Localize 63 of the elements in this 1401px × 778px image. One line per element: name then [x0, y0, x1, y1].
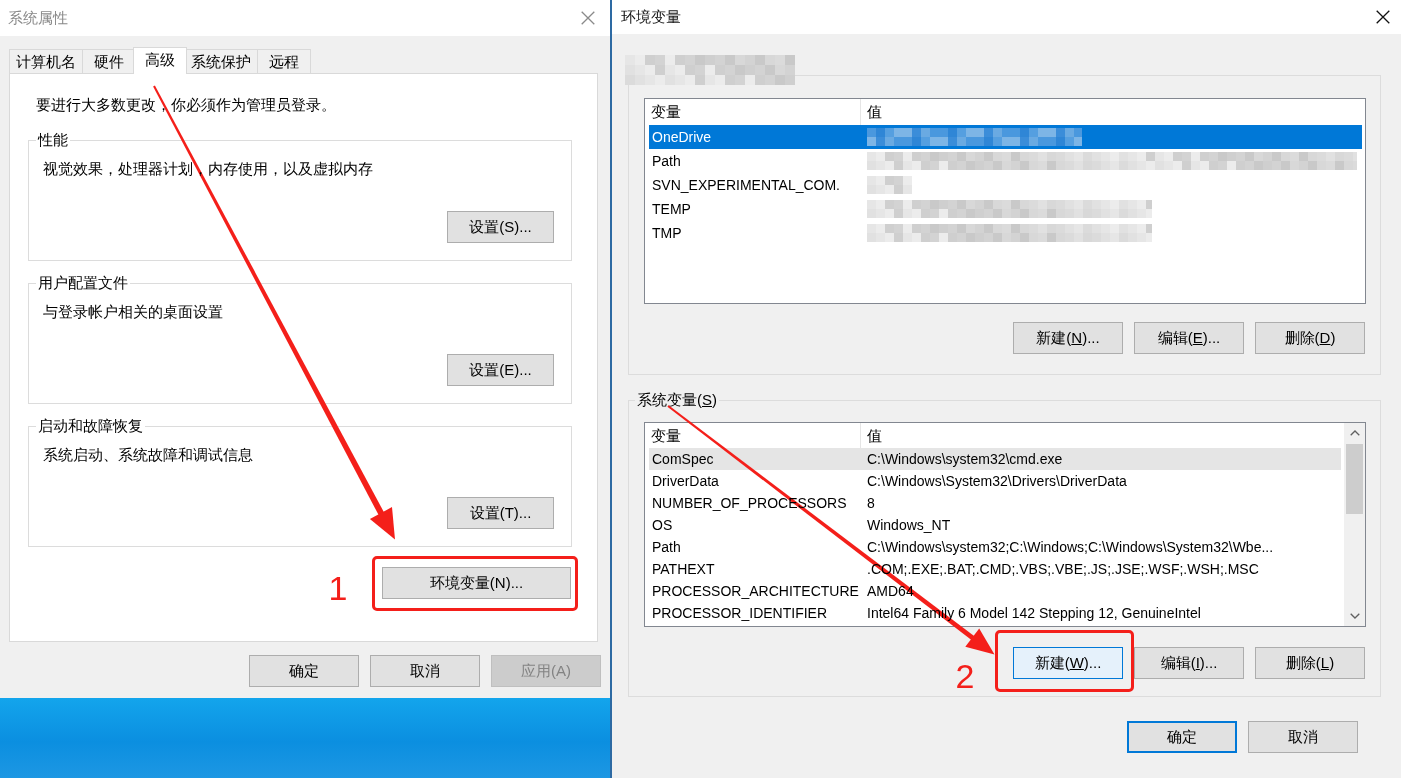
window-title: 系统属性: [8, 8, 68, 28]
close-icon: [1376, 10, 1390, 24]
settings-button[interactable]: 设置(E)...: [447, 354, 554, 386]
column-header[interactable]: 值: [861, 99, 882, 125]
action-button[interactable]: 编辑(E)...: [1134, 322, 1244, 354]
table-cell-text: TEMP: [651, 200, 692, 219]
table-cell-text: PATHEXT: [651, 560, 716, 579]
scrollbar[interactable]: [1344, 423, 1365, 626]
table-row[interactable]: DriverData C:\Windows\System32\Drivers\DriverData: [649, 470, 1341, 492]
settings-button[interactable]: 设置(S)...: [447, 211, 554, 243]
table-cell-text: ComSpec: [651, 450, 715, 469]
tab[interactable]: 远程: [257, 49, 311, 73]
table-row[interactable]: TEMP: [649, 197, 1362, 221]
table-cell-text: TMP: [651, 224, 683, 243]
table-cell-text: C:\Windows\system32;C:\Windows;C:\Windows\System32\Wbe...: [866, 538, 1275, 557]
table-row[interactable]: TMP: [649, 221, 1362, 245]
table-row[interactable]: OneDrive: [649, 125, 1362, 149]
dialog-button[interactable]: 取消: [370, 655, 480, 687]
step-number: 1: [328, 570, 348, 605]
action-button[interactable]: 删除(L): [1255, 647, 1365, 679]
table-cell-text: PROCESSOR_ARCHITECTURE: [651, 582, 860, 601]
group-title: 启动和故障恢复: [36, 417, 145, 435]
table-cell-text: C:\Windows\System32\Drivers\DriverData: [866, 472, 1128, 491]
admin-notice: 要进行大多数更改，你必须作为管理员登录。: [35, 96, 336, 114]
group-description: 与登录帐户相关的桌面设置: [43, 303, 224, 321]
table-cell-text: OneDrive: [651, 128, 713, 147]
dialog-button[interactable]: 取消: [1248, 721, 1358, 753]
group-title: 用户配置文件: [36, 274, 130, 292]
chevron-down-icon[interactable]: [1349, 613, 1360, 619]
dialog-button[interactable]: 确定: [249, 655, 359, 687]
table-cell-text: 8: [866, 494, 876, 513]
table-cell-text: DriverData: [651, 472, 720, 491]
dialog-button[interactable]: 确定: [1127, 721, 1237, 753]
table-cell-text: PROCESSOR_IDENTIFIER: [651, 604, 829, 623]
table-row[interactable]: OS Windows_NT: [649, 514, 1341, 536]
action-button[interactable]: 新建(N)...: [1013, 322, 1123, 354]
table-row[interactable]: Path C:\Windows\system32;C:\Windows;C:\Windows\System32\Wbe...: [649, 536, 1341, 558]
group-description: 视觉效果，处理器计划，内存使用，以及虚拟内存: [43, 160, 374, 178]
table-cell-text: Path: [651, 152, 682, 171]
table-row[interactable]: ComSpec C:\Windows\system32\cmd.exe: [649, 448, 1341, 470]
table-cell-text: Windows_NT: [866, 516, 952, 535]
action-button[interactable]: 删除(D): [1255, 322, 1365, 354]
settings-button[interactable]: 设置(T)...: [447, 497, 554, 529]
group-description: 系统启动、系统故障和调试信息: [43, 446, 254, 464]
tab[interactable]: 计算机名: [9, 49, 83, 73]
step-number: 2: [955, 659, 975, 693]
group-title: 性能: [36, 131, 70, 149]
environment-variables-button[interactable]: 环境变量(N)...: [382, 567, 571, 599]
table-cell-text: SVN_EXPERIMENTAL_COM.: [651, 176, 841, 195]
scrollbar-thumb[interactable]: [1346, 444, 1363, 514]
group-title: 系统变量(S): [635, 391, 719, 409]
table-cell-text: Path: [651, 538, 682, 557]
tab[interactable]: 高级: [133, 47, 187, 74]
window-title: 环境变量: [621, 7, 681, 27]
chevron-up-icon[interactable]: [1349, 430, 1360, 436]
table-cell-text: C:\Windows\system32\cmd.exe: [866, 450, 1064, 469]
table-row[interactable]: Path: [649, 149, 1362, 173]
close-icon: [581, 11, 595, 25]
table-row[interactable]: SVN_EXPERIMENTAL_COM.: [649, 173, 1362, 197]
table-cell-text: OS: [651, 516, 674, 535]
column-header[interactable]: 值: [861, 423, 882, 448]
action-button[interactable]: 编辑(I)...: [1134, 647, 1244, 679]
action-button[interactable]: 新建(W)...: [1013, 647, 1123, 679]
